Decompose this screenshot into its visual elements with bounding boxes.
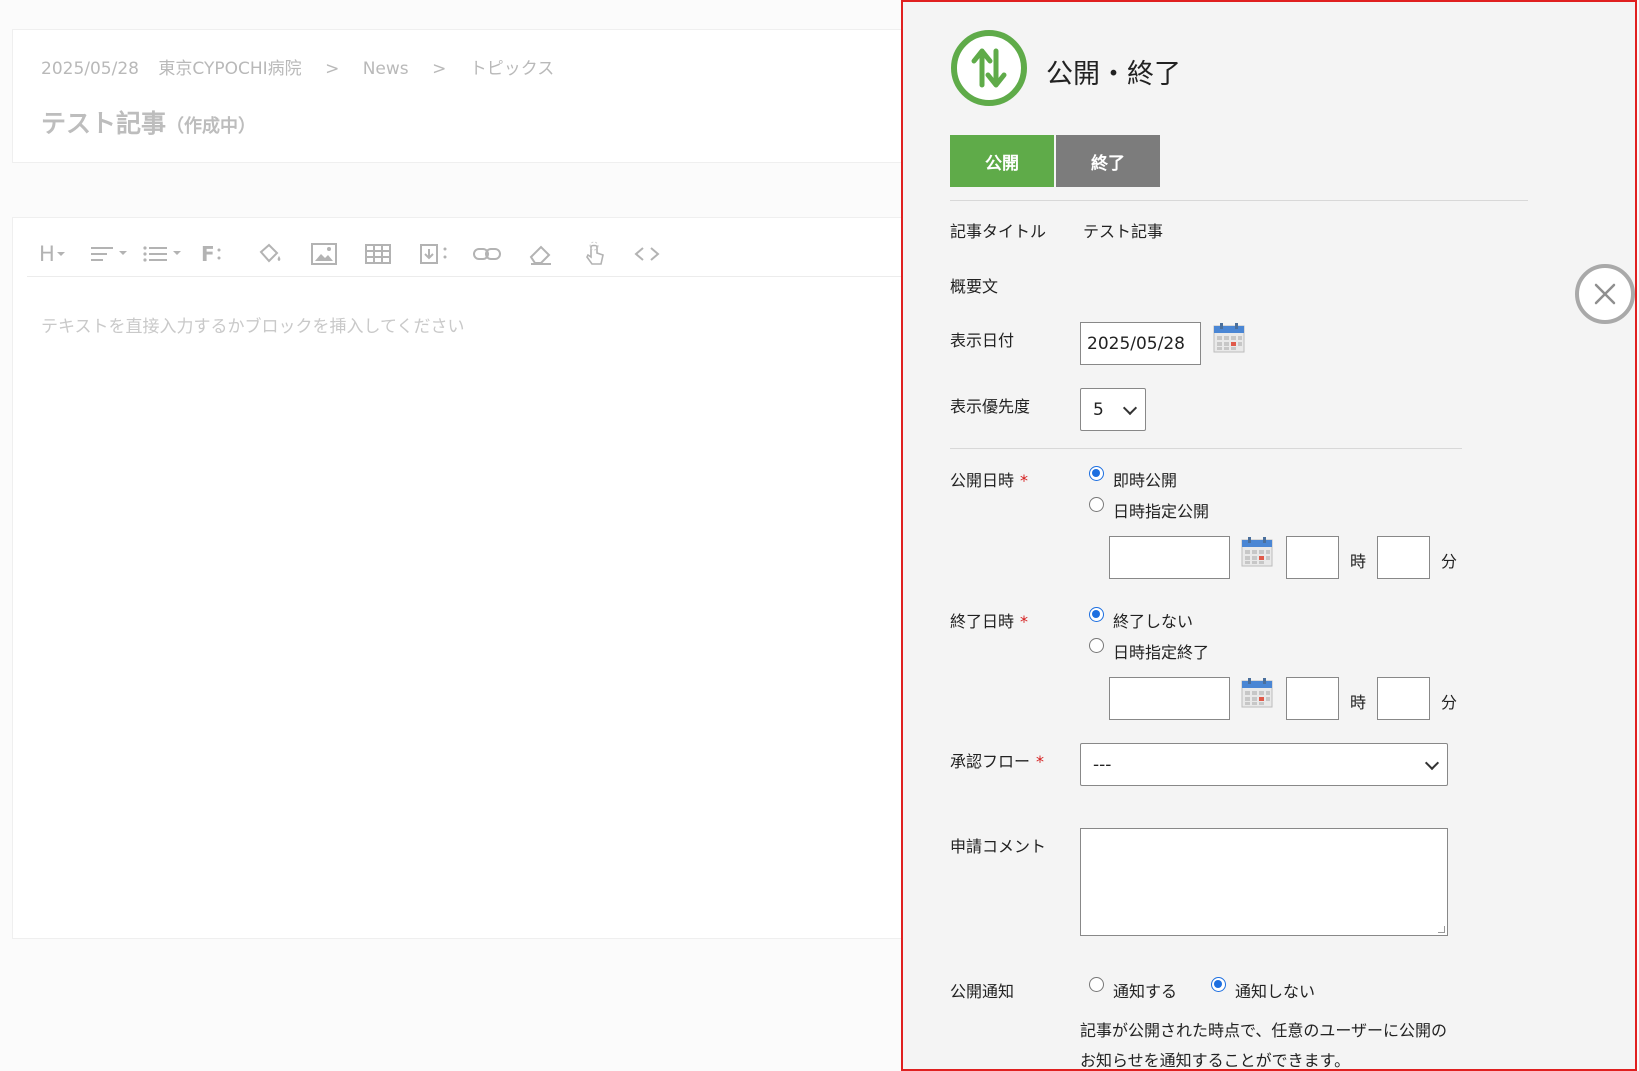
- radio-notify[interactable]: [1089, 977, 1104, 992]
- radio-publish-immediately[interactable]: [1089, 466, 1104, 481]
- display-date-label: 表示日付: [950, 331, 1015, 350]
- align-icon: [91, 247, 127, 261]
- divider: [950, 448, 1462, 449]
- page-title: テスト記事（作成中）: [41, 104, 256, 140]
- breadcrumb-separator: >: [432, 59, 447, 79]
- calendar-icon[interactable]: [1213, 322, 1245, 353]
- chevron-down-icon: [1122, 400, 1138, 415]
- publish-datetime-label: 公開日時 *: [950, 467, 1028, 491]
- breadcrumb-site[interactable]: 東京CYPOCHI病院: [158, 59, 301, 79]
- priority-select-value: 5: [1093, 399, 1104, 420]
- display-date-input[interactable]: 2025/05/28: [1080, 322, 1201, 365]
- publish-panel: 公開・終了 公開 終了 記事タイトル テスト記事 概要文 表示日付 2025/0…: [901, 0, 1637, 1071]
- editor-toolbar: H F: [27, 230, 907, 277]
- minute-unit: 分: [1441, 693, 1458, 712]
- code-icon: [634, 247, 660, 261]
- chevron-down-icon: [1424, 755, 1440, 770]
- page-title-text: テスト記事: [41, 109, 167, 138]
- hour-unit: 時: [1350, 693, 1367, 712]
- file-button[interactable]: [419, 242, 451, 266]
- tab-end[interactable]: 終了: [1056, 135, 1160, 187]
- end-minute-input[interactable]: [1377, 677, 1430, 720]
- align-button[interactable]: [91, 242, 131, 266]
- image-icon: [311, 243, 337, 265]
- breadcrumb-category[interactable]: トピックス: [470, 59, 555, 79]
- approval-flow-select[interactable]: ---: [1080, 743, 1448, 786]
- source-code-button[interactable]: [633, 242, 661, 266]
- article-title-label: 記事タイトル: [950, 222, 1047, 241]
- list-button[interactable]: [143, 242, 185, 266]
- table-icon: [365, 244, 391, 264]
- link-icon: [473, 248, 501, 260]
- required-mark: *: [1020, 471, 1029, 490]
- panel-title: 公開・終了: [1046, 59, 1181, 90]
- pointer-hand-icon: [586, 241, 604, 265]
- radio-publish-scheduled-label[interactable]: 日時指定公開: [1113, 498, 1209, 522]
- more-dots-icon: [217, 248, 221, 260]
- radio-end-scheduled-label[interactable]: 日時指定終了: [1113, 639, 1209, 663]
- notify-note: 記事が公開された時点で、任意のユーザーに公開のお知らせを通知することができます。: [1080, 1021, 1448, 1070]
- comment-textarea[interactable]: [1080, 828, 1448, 936]
- publish-hour-input[interactable]: [1286, 536, 1339, 579]
- list-icon: [143, 246, 181, 262]
- divider: [950, 200, 1528, 201]
- breadcrumb-section[interactable]: News: [363, 59, 409, 79]
- publish-datetime-label-text: 公開日時: [950, 471, 1015, 490]
- heading-button[interactable]: H: [39, 242, 67, 266]
- approval-flow-select-value: ---: [1093, 754, 1112, 775]
- end-hour-input[interactable]: [1286, 677, 1339, 720]
- article-header-card: 2025/05/28 東京CYPOCHI病院 > News > トピックス テス…: [12, 29, 912, 163]
- end-date-input[interactable]: [1109, 677, 1230, 720]
- summary-label: 概要文: [950, 277, 999, 296]
- publish-date-input[interactable]: [1109, 536, 1230, 579]
- font-icon: F: [201, 242, 215, 266]
- radio-publish-immediately-label[interactable]: 即時公開: [1113, 467, 1177, 491]
- close-icon[interactable]: [1574, 263, 1636, 325]
- required-mark: *: [1036, 752, 1045, 771]
- approval-flow-label-text: 承認フロー: [950, 752, 1031, 771]
- breadcrumb-separator: >: [325, 59, 340, 79]
- publish-minute-input[interactable]: [1377, 536, 1430, 579]
- button-block-button[interactable]: [583, 241, 607, 266]
- editor-placeholder[interactable]: テキストを直接入力するかブロックを挿入してください: [41, 312, 464, 337]
- caret-down-icon: [56, 252, 65, 256]
- comment-label: 申請コメント: [950, 837, 1047, 856]
- priority-select[interactable]: 5: [1080, 388, 1146, 431]
- radio-publish-scheduled[interactable]: [1089, 497, 1104, 512]
- paint-bucket-icon: [259, 243, 281, 263]
- radio-no-end[interactable]: [1089, 607, 1104, 622]
- end-datetime-label-text: 終了日時: [950, 612, 1015, 631]
- radio-no-end-label[interactable]: 終了しない: [1113, 608, 1193, 632]
- font-button[interactable]: F: [201, 242, 223, 266]
- up-down-arrows-icon: [951, 30, 1027, 106]
- clear-format-button[interactable]: [527, 242, 555, 266]
- article-title-value: テスト記事: [1083, 222, 1164, 241]
- radio-end-scheduled[interactable]: [1089, 638, 1104, 653]
- breadcrumb-date: 2025/05/28: [41, 59, 139, 79]
- radio-no-notify[interactable]: [1211, 977, 1226, 992]
- breadcrumb: 2025/05/28 東京CYPOCHI病院 > News > トピックス: [41, 54, 568, 79]
- hour-unit: 時: [1350, 552, 1367, 571]
- calendar-icon[interactable]: [1241, 536, 1273, 567]
- radio-notify-label[interactable]: 通知する: [1113, 978, 1177, 1002]
- heading-icon: H: [39, 242, 55, 266]
- minute-unit: 分: [1441, 552, 1458, 571]
- link-button[interactable]: [473, 242, 501, 266]
- file-download-icon: [420, 244, 447, 264]
- calendar-icon[interactable]: [1241, 677, 1273, 708]
- priority-label: 表示優先度: [950, 397, 1031, 416]
- tab-publish[interactable]: 公開: [950, 135, 1054, 187]
- eraser-icon: [529, 245, 551, 265]
- radio-no-notify-label[interactable]: 通知しない: [1235, 978, 1315, 1002]
- fill-color-button[interactable]: [257, 242, 285, 266]
- image-button[interactable]: [311, 242, 337, 266]
- notify-label: 公開通知: [950, 982, 1015, 1001]
- table-button[interactable]: [365, 242, 391, 266]
- end-datetime-label: 終了日時 *: [950, 608, 1028, 632]
- required-mark: *: [1020, 612, 1029, 631]
- editor-card: H F テキストを直接入力するかブロックを挿入してください: [12, 217, 912, 939]
- page-title-status: （作成中）: [166, 116, 257, 137]
- approval-flow-label: 承認フロー *: [950, 748, 1044, 772]
